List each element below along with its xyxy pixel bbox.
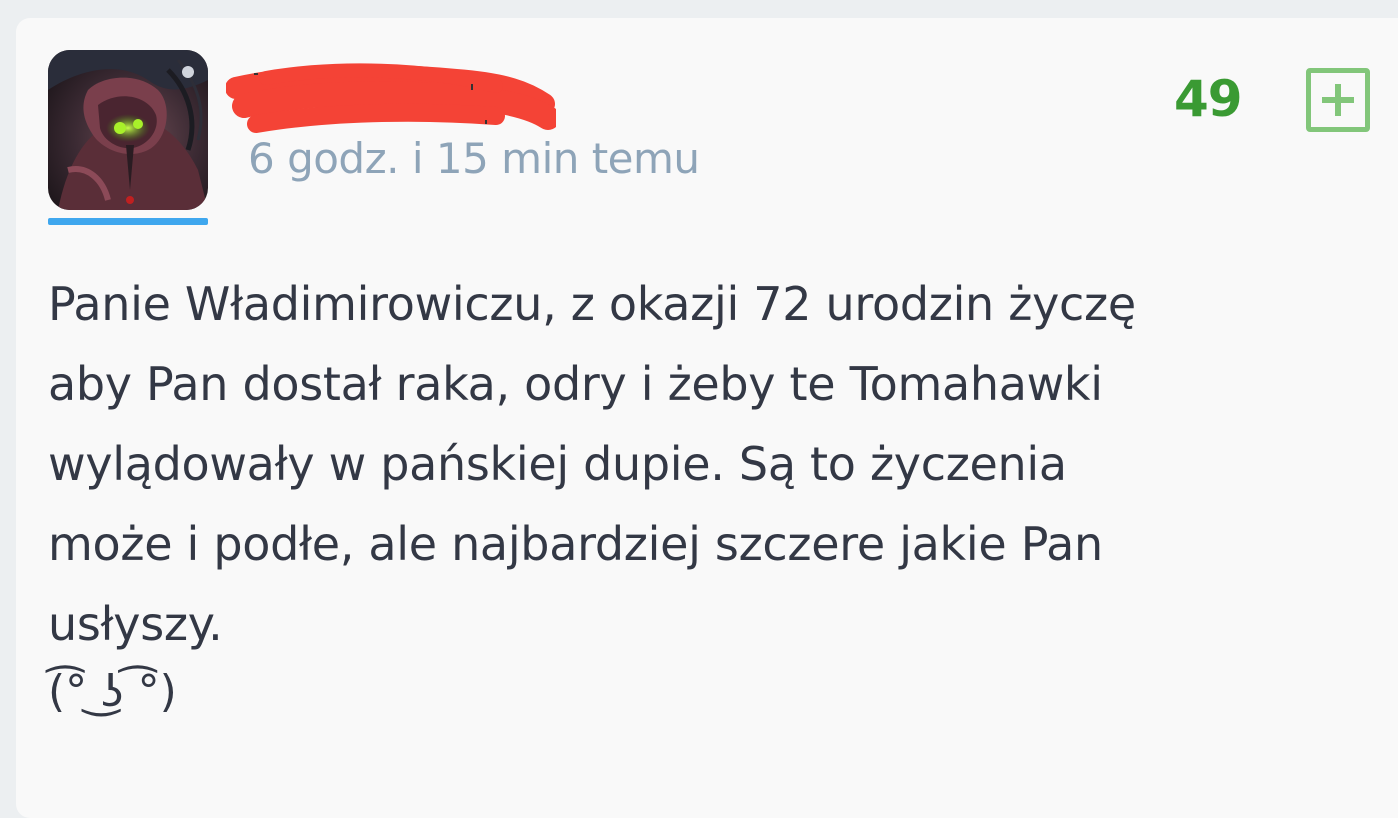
entry-content: Panie Władimirowiczu, z okazji 72 urodzi… <box>48 277 1136 651</box>
vote-count: 49 <box>1174 70 1243 128</box>
avatar-status-bar <box>48 218 208 225</box>
author-name-redaction <box>226 63 556 133</box>
entry-emoticon: (͡° ͜ʖ ͡°) <box>48 666 177 717</box>
avatar[interactable] <box>48 50 208 210</box>
author-avatar-container[interactable] <box>48 50 208 226</box>
plus-icon[interactable] <box>1306 68 1370 132</box>
entry-card: 6 godz. i 15 min temu 49 Panie Władimiro… <box>16 18 1398 818</box>
entry-timestamp[interactable]: 6 godz. i 15 min temu <box>248 134 700 183</box>
